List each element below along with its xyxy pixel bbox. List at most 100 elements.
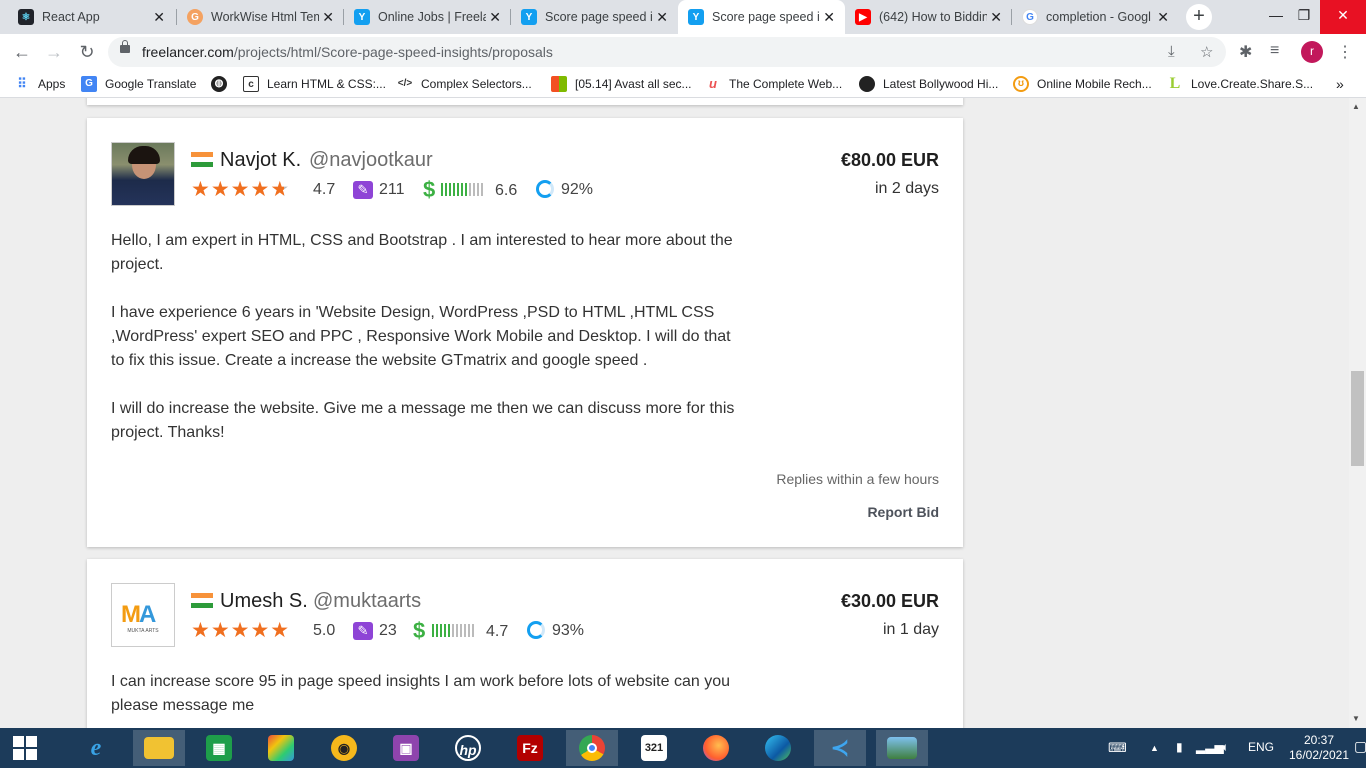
bookmark-complex-selectors[interactable]: </> Complex Selectors... <box>397 76 532 92</box>
browser-tab-strip: ⚛ React App ✕ G WorkWise Html Tem ✕ Y On… <box>0 0 1366 34</box>
tab-google[interactable]: G completion - Googl ✕ <box>1012 0 1179 34</box>
tab-youtube[interactable]: ▶ (642) How to Biddin ✕ <box>845 0 1012 34</box>
taskbar-edge[interactable] <box>752 730 804 766</box>
close-tab-icon[interactable]: ✕ <box>990 9 1002 26</box>
keyboard-icon[interactable]: ⌨ <box>1108 740 1127 756</box>
bookmark-apps[interactable]: ⠿ Apps <box>14 76 65 92</box>
bookmarks-bar: ⠿ Apps G Google Translate ◍ c Learn HTML & … <box>0 70 1366 98</box>
vscode-icon: ≺ <box>830 735 850 760</box>
bookmark-love-create[interactable]: L Love.Create.Share.S... <box>1167 76 1313 92</box>
rating-value: 5.0 <box>313 622 336 639</box>
volume-icon[interactable]: 🔈︎ <box>1222 740 1229 755</box>
system-clock[interactable]: 20:37 16/02/2021 <box>1286 733 1352 763</box>
install-icon[interactable]: ⤓ <box>1168 43 1175 60</box>
bid-card: Navjot K. @navjootkaur ★★★★★ 4.7 ✎ 211 $… <box>87 118 963 547</box>
proposals-page: Navjot K. @navjootkaur ★★★★★ 4.7 ✎ 211 $… <box>0 98 1366 728</box>
replies-info: Replies within a few hours <box>776 471 939 487</box>
battery-icon[interactable]: ▮ <box>1176 740 1183 754</box>
bookmark-star-icon[interactable]: ☆ <box>1200 43 1213 61</box>
player-321-icon: 321 <box>641 735 667 761</box>
new-tab-button[interactable]: + <box>1186 4 1212 30</box>
reload-button[interactable]: ↻ <box>74 39 100 65</box>
freelancer-handle[interactable]: @muktaarts <box>313 590 421 613</box>
bookmark-mobile-recharge[interactable]: ʊ Online Mobile Rech... <box>1013 76 1152 92</box>
scroll-down-arrow-icon[interactable]: ▼ <box>1352 714 1360 723</box>
more-bookmarks-icon[interactable]: » <box>1336 76 1344 92</box>
projector-icon: ▣ <box>393 735 419 761</box>
close-window-button[interactable]: ✕ <box>1320 0 1366 34</box>
address-bar[interactable]: freelancer.com/projects/html/Score-page-… <box>108 37 1226 67</box>
scroll-up-arrow-icon[interactable]: ▲ <box>1352 102 1360 111</box>
tab-score-page-speed-1[interactable]: Y Score page speed in ✕ <box>511 0 678 34</box>
taskbar-321-player[interactable]: 321 <box>628 730 680 766</box>
close-tab-icon[interactable]: ✕ <box>153 9 165 26</box>
freelancer-handle[interactable]: @navjootkaur <box>309 149 433 172</box>
taskbar-photos[interactable] <box>876 730 928 766</box>
tab-online-jobs[interactable]: Y Online Jobs | Freela ✕ <box>344 0 511 34</box>
taskbar-media-app[interactable]: ◉ <box>318 730 370 766</box>
folder-icon <box>144 737 174 759</box>
back-button[interactable]: ← <box>9 39 35 65</box>
url-domain: freelancer.com <box>142 44 234 60</box>
bookmark-avast[interactable]: [05.14] Avast all sec... <box>551 76 692 92</box>
taskbar-firefox[interactable] <box>690 730 742 766</box>
youtube-icon: ▶ <box>855 9 871 25</box>
taskbar-puzzle-app[interactable] <box>255 730 307 766</box>
extensions-icon[interactable]: ✱ <box>1239 42 1252 62</box>
clock-date: 16/02/2021 <box>1288 748 1350 762</box>
taskbar-chrome[interactable] <box>566 730 618 766</box>
scrollbar-thumb[interactable] <box>1351 371 1364 466</box>
taskbar-presentation-app[interactable]: ▣ <box>380 730 432 766</box>
show-hidden-icons-icon[interactable]: ▲ <box>1150 743 1159 753</box>
close-tab-icon[interactable]: ✕ <box>322 9 334 26</box>
media-control-icon[interactable]: ≡ <box>1270 42 1279 60</box>
bookmark-bollywood[interactable]: Latest Bollywood Hi... <box>859 76 998 92</box>
workwise-icon: G <box>187 9 203 25</box>
tab-workwise[interactable]: G WorkWise Html Tem ✕ <box>177 0 344 34</box>
notifications-icon[interactable]: ▢ <box>1354 738 1366 755</box>
avatar[interactable] <box>111 142 175 206</box>
close-tab-icon[interactable]: ✕ <box>1157 9 1169 26</box>
close-tab-icon[interactable]: ✕ <box>823 9 835 26</box>
taskbar-filezilla[interactable]: Fz <box>504 730 556 766</box>
forward-button[interactable]: → <box>41 39 67 65</box>
start-button[interactable] <box>0 730 50 766</box>
taskbar-file-explorer[interactable] <box>133 730 185 766</box>
bookmark-label: [05.14] Avast all sec... <box>575 77 692 91</box>
menu-icon[interactable]: ⋮ <box>1337 42 1353 62</box>
freelancer-name[interactable]: Umesh S. <box>220 590 308 613</box>
report-bid-link[interactable]: Report Bid <box>867 504 939 520</box>
freelancer-name[interactable]: Navjot K. <box>220 149 301 172</box>
star-rating-icon: ★★★★★ <box>191 619 291 642</box>
profile-avatar[interactable]: r <box>1301 41 1323 63</box>
tab-score-page-speed-active[interactable]: Y Score page speed in ✕ <box>678 0 845 34</box>
avatar[interactable]: MA MUKTA ARTS <box>111 583 175 647</box>
bid-paragraph: I can increase score 95 in page speed in… <box>111 673 731 714</box>
internet-explorer-icon: e <box>90 735 102 761</box>
taskbar-ie[interactable]: e <box>70 730 122 766</box>
tab-title: Score page speed in <box>545 10 653 24</box>
avast-icon <box>551 76 567 92</box>
filezilla-icon: Fz <box>517 735 543 761</box>
tab-react-app[interactable]: ⚛ React App ✕ <box>8 0 175 34</box>
url-text[interactable]: freelancer.com/projects/html/Score-page-… <box>142 44 553 60</box>
bookmark-google-translate[interactable]: G Google Translate <box>81 76 196 92</box>
photos-icon <box>887 737 917 759</box>
reviews-icon: ✎ <box>353 622 373 640</box>
taskbar-store[interactable]: ▦ <box>193 730 245 766</box>
close-tab-icon[interactable]: ✕ <box>489 9 501 26</box>
close-tab-icon[interactable]: ✕ <box>656 9 668 26</box>
bookmark-complete-web[interactable]: u The Complete Web... <box>705 76 842 92</box>
previous-bid-card <box>87 98 963 105</box>
bookmark-globe[interactable]: ◍ <box>211 76 235 92</box>
udemy-icon: u <box>709 76 717 91</box>
taskbar-hp[interactable]: hp <box>442 730 494 766</box>
google-icon: G <box>1022 9 1038 25</box>
google-translate-icon: G <box>81 76 97 92</box>
language-indicator[interactable]: ENG <box>1248 740 1274 754</box>
network-icon[interactable]: ▂▃▅ <box>1196 740 1224 754</box>
hp-icon: hp <box>455 735 481 761</box>
bookmark-learn-html[interactable]: c Learn HTML & CSS:... <box>243 76 386 92</box>
taskbar-vscode[interactable]: ≺ <box>814 730 866 766</box>
lock-icon <box>120 40 130 53</box>
